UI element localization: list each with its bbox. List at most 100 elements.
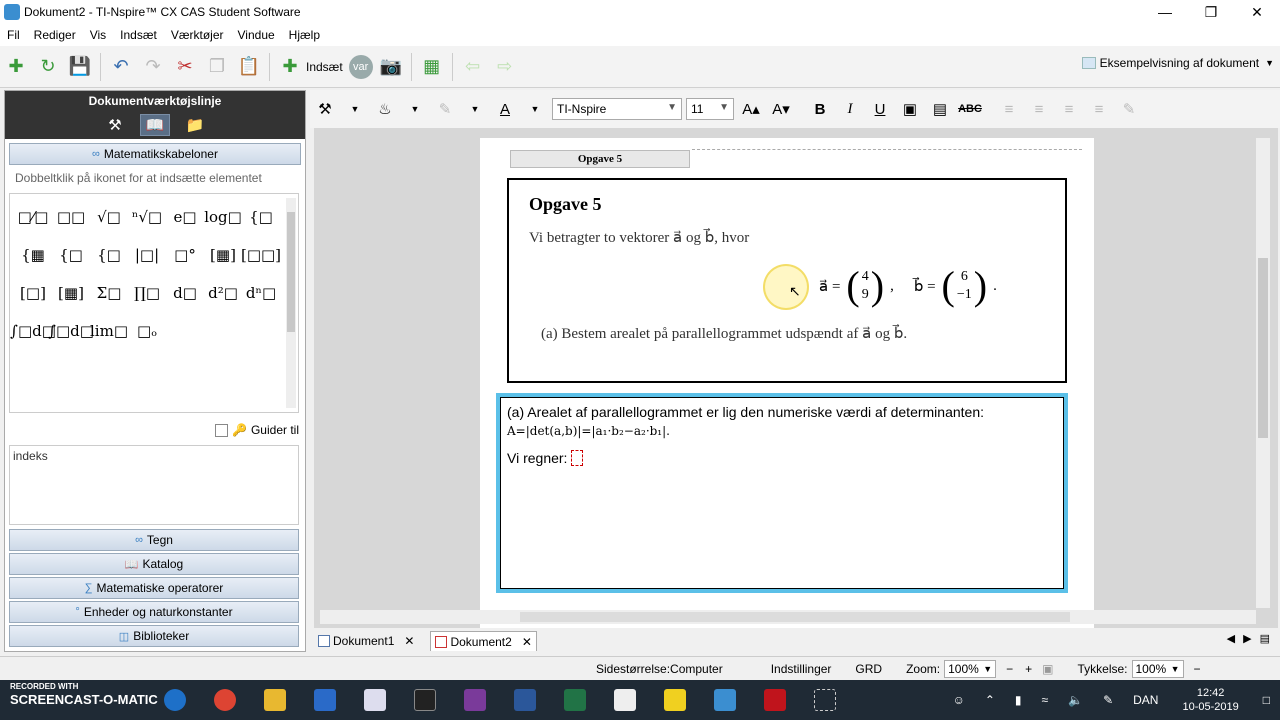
tab-list-icon[interactable]: ▤ <box>1260 632 1270 645</box>
math-templates-section[interactable]: ∞ Matematikskabeloner <box>9 143 301 165</box>
undo-icon[interactable]: ↶ <box>107 53 135 81</box>
row-vector-template-icon[interactable]: [□□] <box>241 236 281 274</box>
acrobat-icon[interactable] <box>764 689 786 711</box>
align-right-icon[interactable]: ≡ <box>1057 96 1081 122</box>
variables-button[interactable]: var <box>348 54 373 79</box>
fraction-template-icon[interactable]: □⁄□ <box>14 198 52 236</box>
piecewise-template-icon[interactable]: {□ <box>242 198 280 236</box>
cut-icon[interactable]: ✂ <box>171 53 199 81</box>
problem-image[interactable]: Opgave 5 Vi betragter to vektorer a⃗ og … <box>507 178 1067 383</box>
new-document-icon[interactable]: ✚ <box>2 53 30 81</box>
derivative-template-icon[interactable]: d□ <box>166 274 204 312</box>
sticky-notes-icon[interactable] <box>664 689 686 711</box>
notes-answer-box[interactable]: (a) Arealet af parallellogrammet er lig … <box>496 393 1068 593</box>
product-template-icon[interactable]: ∏□ <box>128 274 166 312</box>
wizards-checkbox[interactable] <box>215 423 229 437</box>
chevron-down-icon[interactable]: ▼ <box>343 96 367 122</box>
fit-page-icon[interactable]: ▣ <box>1042 662 1053 676</box>
terminal-icon[interactable] <box>414 689 436 711</box>
snipping-tool-icon[interactable] <box>814 689 836 711</box>
content-explorer-tab-icon[interactable]: 📁 <box>180 114 210 136</box>
font-family-select[interactable]: TI-Nspire ▼ <box>552 98 682 120</box>
page-size-status[interactable]: Sidestørrelse:Computer <box>596 662 723 676</box>
maximize-button[interactable]: ❐ <box>1188 0 1234 24</box>
e-exponent-template-icon[interactable]: e□ <box>166 198 204 236</box>
geogebra-icon[interactable] <box>464 689 486 711</box>
paste-icon[interactable]: 📋 <box>235 53 263 81</box>
menu-vaerktoejer[interactable]: Værktøjer <box>164 28 231 42</box>
menu-vindue[interactable]: Vindue <box>231 28 282 42</box>
previous-page-icon[interactable]: ⇦ <box>459 53 487 81</box>
answer-formula[interactable]: A=|det(a,b)|=|a₁·b₂−a₂·b₁|. <box>507 424 1057 438</box>
chevron-down-icon[interactable]: ▼ <box>523 96 547 122</box>
justify-icon[interactable]: ≡ <box>1087 96 1111 122</box>
vertical-scroll-thumb[interactable] <box>1258 258 1268 438</box>
menu-fil[interactable]: Fil <box>0 28 27 42</box>
chrome-icon[interactable] <box>214 689 236 711</box>
symbols-section[interactable]: ∞ Tegn <box>9 529 299 551</box>
notifications-icon[interactable]: □ <box>1263 693 1270 707</box>
menu-vis[interactable]: Vis <box>83 28 113 42</box>
pen-icon[interactable]: ✎ <box>1103 693 1113 707</box>
notes-editor[interactable]: (a) Arealet af parallellogrammet er lig … <box>500 397 1064 589</box>
mail-icon[interactable] <box>364 689 386 711</box>
close-window-button[interactable]: ✕ <box>1234 0 1280 24</box>
bold-button[interactable]: B <box>808 96 832 122</box>
thickness-select[interactable]: 100% ▼ <box>1131 659 1184 678</box>
tinspire-taskbar-icon[interactable] <box>714 689 736 711</box>
file-explorer-icon[interactable] <box>264 689 286 711</box>
edge-icon[interactable] <box>164 689 186 711</box>
minimize-button[interactable]: — <box>1142 0 1188 24</box>
sum-template-icon[interactable]: Σ□ <box>90 274 128 312</box>
language-indicator[interactable]: DAN <box>1133 693 1158 707</box>
piecewise-n-template-icon[interactable]: {▦ <box>14 236 52 274</box>
thickness-decrease-icon[interactable]: − <box>1194 662 1201 676</box>
line-color-icon[interactable]: ✎ <box>433 96 457 122</box>
chevron-down-icon[interactable]: ▼ <box>463 96 487 122</box>
math-box-placeholder[interactable] <box>571 450 584 466</box>
tools-tab-icon[interactable]: ⚒ <box>100 114 130 136</box>
increase-font-icon[interactable]: A▴ <box>739 96 763 122</box>
underline-button[interactable]: U <box>868 96 892 122</box>
matrix-2x2-template-icon[interactable]: [▦] <box>204 236 242 274</box>
italic-button[interactable]: I <box>838 96 862 122</box>
align-center-icon[interactable]: ≡ <box>1027 96 1051 122</box>
redo-icon[interactable]: ↷ <box>139 53 167 81</box>
wifi-icon[interactable]: ≈ <box>1042 693 1049 707</box>
text-color-icon[interactable]: A <box>493 96 517 122</box>
tab-dokument2[interactable]: Dokument2 ✕ <box>430 631 537 651</box>
subscript-icon[interactable]: ▤ <box>928 96 952 122</box>
insert-menu-button[interactable]: Indsæt <box>306 60 343 74</box>
square-root-template-icon[interactable]: √□ <box>90 198 128 236</box>
system-n-template-icon[interactable]: {□ <box>90 236 128 274</box>
save-icon[interactable]: 💾 <box>66 53 94 81</box>
next-page-icon[interactable]: ⇨ <box>491 53 519 81</box>
angle-mode-status[interactable]: GRD <box>855 662 882 676</box>
strikethrough-button[interactable]: ABC <box>958 96 982 122</box>
store-icon[interactable] <box>314 689 336 711</box>
nth-root-template-icon[interactable]: ⁿ√□ <box>128 198 166 236</box>
menu-hjaelp[interactable]: Hjælp <box>282 28 327 42</box>
units-constants-section[interactable]: ° Enheder og naturkonstanter <box>9 601 299 623</box>
next-tab-icon[interactable]: ▶ <box>1243 632 1251 645</box>
page-layout-icon[interactable]: ▦ <box>418 53 446 81</box>
chevron-down-icon[interactable]: ▼ <box>403 96 427 122</box>
templates-scroll-thumb[interactable] <box>287 212 295 332</box>
notepad-icon[interactable] <box>614 689 636 711</box>
copy-icon[interactable]: ❐ <box>203 53 231 81</box>
math-operators-section[interactable]: ∑ Matematiske operatorer <box>9 577 299 599</box>
insert-icon[interactable]: ✚ <box>276 53 304 81</box>
definite-integral-template-icon[interactable]: ∫□d□ <box>10 312 56 350</box>
tab-dokument1[interactable]: Dokument1 ✕ <box>314 631 418 651</box>
log-template-icon[interactable]: log□ <box>204 198 242 236</box>
close-tab-icon[interactable]: ✕ <box>404 634 414 648</box>
show-hidden-icon[interactable]: ⌃ <box>985 693 995 707</box>
column-vector-template-icon[interactable]: [□] <box>14 274 52 312</box>
exponent-template-icon[interactable]: □□ <box>52 198 90 236</box>
document-vertical-scrollbar[interactable] <box>1256 138 1270 608</box>
excel-icon[interactable] <box>564 689 586 711</box>
document-horizontal-scrollbar[interactable] <box>320 610 1256 624</box>
wizards-toggle[interactable]: 🔑 Guider til <box>215 423 299 437</box>
document-preview-button[interactable]: Eksempelvisning af dokument ▼ <box>1081 56 1274 70</box>
zoom-select[interactable]: 100% ▼ <box>944 659 997 678</box>
